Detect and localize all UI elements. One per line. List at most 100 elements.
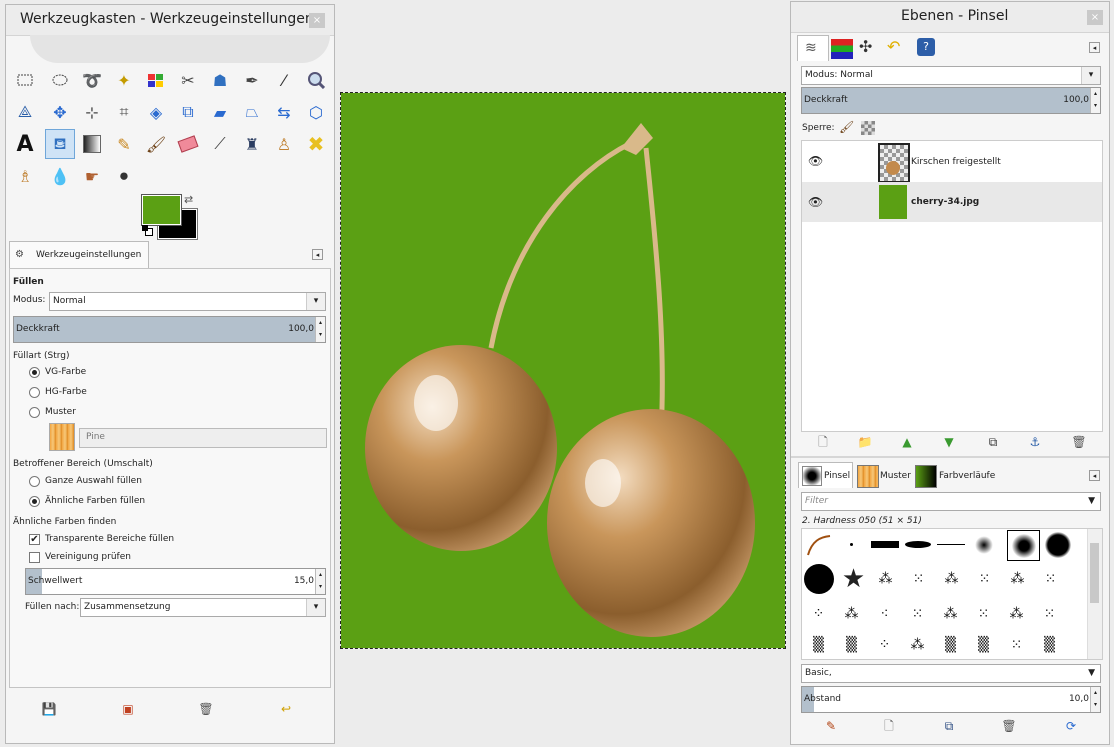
scale-icon[interactable]: ⧉	[175, 99, 201, 125]
measure-icon[interactable]: ⟁	[12, 99, 38, 125]
eye-icon[interactable]: 👁	[808, 154, 823, 168]
close-button[interactable]: ×	[309, 13, 325, 28]
brush-cell[interactable]	[1042, 530, 1073, 559]
foreground-select-icon[interactable]: ☗	[207, 67, 233, 93]
brush-cell-selected[interactable]	[1007, 530, 1040, 561]
duplicate-brush-icon[interactable]: ⧉	[941, 718, 957, 734]
brush-cell[interactable]: ▒	[935, 630, 966, 659]
brush-cell[interactable]: ▒	[968, 630, 999, 659]
eraser-icon[interactable]	[175, 131, 201, 157]
brush-cell[interactable]: ⁙	[1035, 564, 1066, 593]
mode-select[interactable]: Normal ▾	[49, 292, 326, 311]
bucket-fill-icon[interactable]: ⛾	[45, 129, 75, 159]
smudge-icon[interactable]: ☛	[79, 163, 105, 189]
tab-menu-button[interactable]: ◂	[1089, 470, 1100, 481]
brush-cell[interactable]	[935, 530, 966, 559]
paths-icon[interactable]: ✒	[239, 67, 265, 93]
brush-spacing-slider[interactable]: Abstand 10,0 ▴ ▾	[801, 686, 1101, 713]
brush-cell[interactable]: ▒	[836, 630, 867, 659]
pencil-icon[interactable]: ✎	[111, 131, 137, 157]
foreground-color-swatch[interactable]	[141, 194, 182, 226]
delete-options-icon[interactable]: 🗑	[198, 701, 214, 717]
rotate-icon[interactable]: ◈	[143, 99, 169, 125]
threshold-spin[interactable]: ▴ ▾	[315, 569, 325, 594]
eye-icon[interactable]: 👁	[808, 195, 823, 209]
rect-select-icon[interactable]	[12, 67, 38, 93]
fill-selection-radio[interactable]	[29, 476, 40, 487]
brush-cell[interactable]: ⁂	[1001, 599, 1032, 628]
color-picker-icon[interactable]: ⁄	[271, 67, 297, 93]
brush-cell[interactable]: ⁙	[903, 564, 934, 593]
lock-alpha-icon[interactable]	[861, 121, 875, 135]
fill-fg-radio[interactable]	[29, 367, 40, 378]
brush-cell[interactable]: ⁂	[936, 564, 967, 593]
lock-pixels-icon[interactable]: 🖌	[839, 120, 854, 134]
brush-cell[interactable]: ▒	[1034, 630, 1065, 659]
text-icon[interactable]: A	[12, 131, 38, 157]
duplicate-layer-icon[interactable]: ⧉	[985, 434, 1001, 450]
align-icon[interactable]: ⊹	[79, 99, 105, 125]
fill-by-select[interactable]: Zusammensetzung ▾	[80, 598, 326, 617]
zoom-icon[interactable]	[303, 67, 329, 93]
brush-cell[interactable]: ⁘	[803, 599, 834, 628]
tab-menu-button[interactable]: ◂	[1089, 42, 1100, 53]
restore-options-icon[interactable]: ▣	[120, 701, 136, 717]
clone-icon[interactable]: ♙	[271, 131, 297, 157]
brush-cell[interactable]: ⁘	[869, 630, 900, 659]
brush-cell[interactable]: ⁂	[935, 599, 966, 628]
raise-layer-icon[interactable]: ▲	[899, 434, 915, 450]
scissors-icon[interactable]: ✂	[175, 67, 201, 93]
brush-cell[interactable]: ⁂	[902, 630, 933, 659]
new-brush-icon[interactable]: 🗋	[881, 718, 897, 734]
brush-cell[interactable]: ⁂	[836, 599, 867, 628]
brush-cell[interactable]	[803, 530, 834, 559]
brush-cell[interactable]: ★	[838, 564, 869, 594]
brush-cell[interactable]: ⁙	[969, 564, 1000, 593]
shear-icon[interactable]: ▰	[207, 99, 233, 125]
delete-brush-icon[interactable]: 🗑	[1001, 718, 1017, 734]
paintbrush-icon[interactable]: 🖌	[143, 131, 169, 157]
fill-similar-radio[interactable]	[29, 496, 40, 507]
tab-paths[interactable]: ✣	[859, 37, 872, 56]
toolbox-titlebar[interactable]: Werkzeugkasten - Werkzeugeinstellungen ×	[6, 5, 334, 36]
brush-cell[interactable]	[968, 530, 999, 559]
tab-help[interactable]: ?	[917, 38, 935, 56]
brush-cell[interactable]	[803, 563, 834, 594]
tab-channels[interactable]	[831, 39, 853, 59]
brush-cell[interactable]: ⁂	[870, 564, 901, 593]
brush-cell[interactable]: ⁂	[1002, 564, 1033, 593]
brush-cell[interactable]: ⁙	[968, 599, 999, 628]
tab-brushes[interactable]: Pinsel	[798, 462, 853, 488]
close-button[interactable]: ×	[1087, 10, 1103, 25]
transparent-checkbox[interactable]: ✔	[29, 534, 40, 545]
layer-opacity-spin[interactable]: ▴ ▾	[1090, 88, 1100, 113]
refresh-brushes-icon[interactable]: ⟳	[1063, 718, 1079, 734]
threshold-slider[interactable]: Schwellwert 15,0 ▴ ▾	[25, 568, 326, 595]
tab-patterns[interactable]: Muster	[855, 464, 911, 488]
opacity-slider[interactable]: Deckkraft 100,0 ▴ ▾	[13, 316, 326, 343]
tab-gradients[interactable]: Farbverläufe	[915, 464, 999, 488]
merge-checkbox[interactable]	[29, 552, 40, 563]
flip-icon[interactable]: ⇆	[271, 99, 297, 125]
brush-cell[interactable]	[869, 530, 900, 559]
tab-undo-history[interactable]: ↶	[887, 37, 900, 56]
tab-layers[interactable]: ≋	[797, 35, 829, 61]
image-canvas[interactable]	[340, 92, 786, 649]
perspective-clone-icon[interactable]: ♗	[12, 163, 38, 189]
brush-tag-select[interactable]: Basic, ▼	[801, 664, 1101, 683]
brush-cell[interactable]: ⁙	[1034, 599, 1065, 628]
layer-opacity-slider[interactable]: Deckkraft 100,0 ▴ ▾	[801, 87, 1101, 114]
brush-cell[interactable]	[902, 530, 933, 559]
reset-options-icon[interactable]: ↩	[278, 701, 294, 717]
brush-cell[interactable]	[836, 530, 867, 559]
delete-layer-icon[interactable]: 🗑	[1071, 434, 1087, 450]
crop-icon[interactable]: ⌗	[111, 99, 137, 125]
heal-icon[interactable]: ✖	[303, 131, 329, 157]
new-group-icon[interactable]: 📁	[857, 434, 873, 450]
layer-row[interactable]: 👁 cherry-34.jpg	[802, 182, 1102, 222]
brush-cell[interactable]: ⁖	[869, 599, 900, 628]
layer-row[interactable]: 👁 Kirschen freigestellt	[802, 141, 1102, 183]
blend-icon[interactable]	[79, 131, 105, 157]
ink-icon[interactable]: ♜	[239, 131, 265, 157]
spacing-spin[interactable]: ▴ ▾	[1090, 687, 1100, 712]
